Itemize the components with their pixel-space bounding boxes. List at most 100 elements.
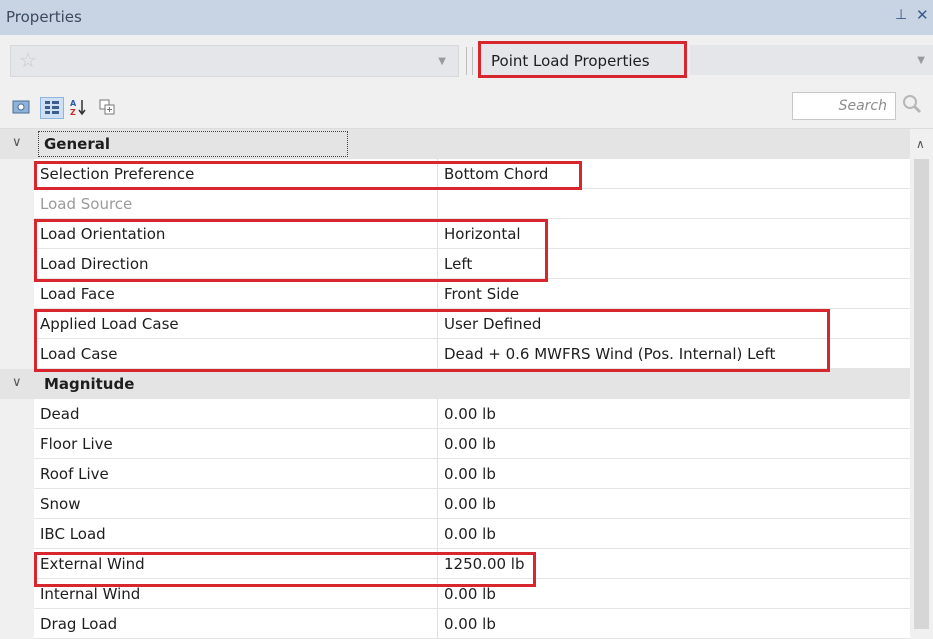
property-value[interactable]: 0.00 lb [444, 615, 496, 633]
row-gutter [0, 549, 34, 579]
search-icon[interactable] [902, 94, 922, 119]
property-row[interactable]: Load Orientation Horizontal [0, 219, 910, 249]
chevron-down-icon[interactable]: ▼ [438, 56, 446, 67]
pin-icon[interactable]: ⊥ [895, 7, 907, 23]
property-name: Load Source [40, 195, 133, 213]
star-icon: ☆ [19, 48, 37, 72]
row-gutter [0, 159, 34, 189]
column-divider [437, 189, 438, 219]
chevron-down-icon[interactable]: ∨ [12, 135, 22, 150]
property-value[interactable]: 1250.00 lb [444, 555, 525, 573]
object-type-dropdown[interactable]: ☆ ▼ [10, 45, 459, 77]
row-gutter [0, 309, 34, 339]
property-name: Load Case [40, 345, 118, 363]
search-input[interactable]: Search [792, 92, 896, 120]
row-gutter [0, 219, 34, 249]
row-gutter [0, 459, 34, 489]
property-value[interactable]: 0.00 lb [444, 495, 496, 513]
properties-dropdown-value: Point Load Properties [491, 52, 650, 70]
property-row[interactable]: Dead 0.00 lb [0, 399, 910, 429]
column-divider [437, 159, 438, 189]
property-row[interactable]: External Wind 1250.00 lb [0, 549, 910, 579]
row-gutter [0, 519, 34, 549]
category-label: Magnitude [44, 375, 135, 393]
property-name: Drag Load [40, 615, 118, 633]
property-name: Roof Live [40, 465, 109, 483]
property-pages-icon[interactable] [10, 97, 32, 117]
row-gutter [0, 429, 34, 459]
property-grid: ∨ General Selection Preference Bottom Ch… [0, 129, 933, 639]
property-name: Selection Preference [40, 165, 195, 183]
property-row[interactable]: Roof Live 0.00 lb [0, 459, 910, 489]
panel-titlebar: Properties ⊥ ✕ [0, 0, 933, 35]
property-name: Snow [40, 495, 81, 513]
property-value[interactable]: 0.00 lb [444, 585, 496, 603]
property-value[interactable]: Front Side [444, 285, 519, 303]
chevron-down-icon[interactable]: ▼ [917, 55, 925, 66]
row-gutter [0, 249, 34, 279]
svg-text:Z: Z [70, 108, 76, 116]
vertical-scrollbar[interactable]: ∧ [910, 129, 933, 639]
property-name: Applied Load Case [40, 315, 179, 333]
category-general[interactable]: ∨ General [0, 129, 910, 159]
search-placeholder: Search [838, 98, 887, 114]
column-divider [437, 309, 438, 339]
row-gutter [0, 489, 34, 519]
column-divider [437, 219, 438, 249]
column-divider [437, 459, 438, 489]
expand-all-icon[interactable] [96, 97, 118, 117]
row-gutter [0, 339, 34, 369]
row-gutter [0, 609, 34, 639]
category-magnitude[interactable]: ∨ Magnitude [0, 369, 910, 399]
property-name: Dead [40, 405, 80, 423]
column-divider [437, 489, 438, 519]
column-divider [437, 519, 438, 549]
panel-title: Properties [6, 8, 82, 26]
property-name: External Wind [40, 555, 145, 573]
svg-text:A: A [70, 99, 77, 108]
property-row[interactable]: Internal Wind 0.00 lb [0, 579, 910, 609]
property-value[interactable]: 0.00 lb [444, 405, 496, 423]
property-row[interactable]: Selection Preference Bottom Chord [0, 159, 910, 189]
properties-dropdown[interactable]: Point Load Properties [478, 41, 687, 78]
property-value[interactable]: 0.00 lb [444, 465, 496, 483]
property-name: Load Direction [40, 255, 149, 273]
property-row[interactable]: Load Case Dead + 0.6 MWFRS Wind (Pos. In… [0, 339, 910, 369]
chevron-down-icon[interactable]: ∨ [12, 375, 22, 390]
property-value[interactable]: Dead + 0.6 MWFRS Wind (Pos. Internal) Le… [444, 345, 775, 363]
property-value[interactable]: Left [444, 255, 472, 273]
row-gutter [0, 579, 34, 609]
scrollbar-thumb[interactable] [914, 159, 929, 629]
property-value[interactable]: 0.00 lb [444, 525, 496, 543]
object-selector-row: ☆ ▼ Point Load Properties ▼ [0, 35, 933, 86]
close-icon[interactable]: ✕ [916, 6, 929, 24]
column-divider [437, 399, 438, 429]
sort-alphabetical-icon[interactable]: AZ [68, 97, 90, 117]
property-row[interactable]: IBC Load 0.00 lb [0, 519, 910, 549]
property-row[interactable]: Load Direction Left [0, 249, 910, 279]
property-value[interactable]: 0.00 lb [444, 435, 496, 453]
property-row[interactable]: Load Source [0, 189, 910, 219]
property-row[interactable]: Applied Load Case User Defined [0, 309, 910, 339]
property-name: IBC Load [40, 525, 106, 543]
property-row[interactable]: Snow 0.00 lb [0, 489, 910, 519]
property-value[interactable]: Horizontal [444, 225, 521, 243]
row-gutter [0, 189, 34, 219]
column-divider [437, 279, 438, 309]
property-toolbar: AZ Search [0, 86, 933, 129]
property-value[interactable]: Bottom Chord [444, 165, 548, 183]
property-name: Floor Live [40, 435, 113, 453]
property-value[interactable]: User Defined [444, 315, 541, 333]
property-name: Load Orientation [40, 225, 166, 243]
property-row[interactable]: Floor Live 0.00 lb [0, 429, 910, 459]
scroll-up-icon[interactable]: ∧ [916, 137, 925, 151]
categorized-view-icon[interactable] [40, 97, 64, 119]
column-divider [437, 609, 438, 639]
property-row[interactable]: Drag Load 0.00 lb [0, 609, 910, 639]
column-divider [437, 549, 438, 579]
properties-dropdown-extension[interactable]: ▼ [690, 45, 933, 75]
property-name: Internal Wind [40, 585, 141, 603]
property-row[interactable]: Load Face Front Side [0, 279, 910, 309]
splitter-grip[interactable] [466, 47, 473, 75]
category-label: General [44, 135, 110, 153]
